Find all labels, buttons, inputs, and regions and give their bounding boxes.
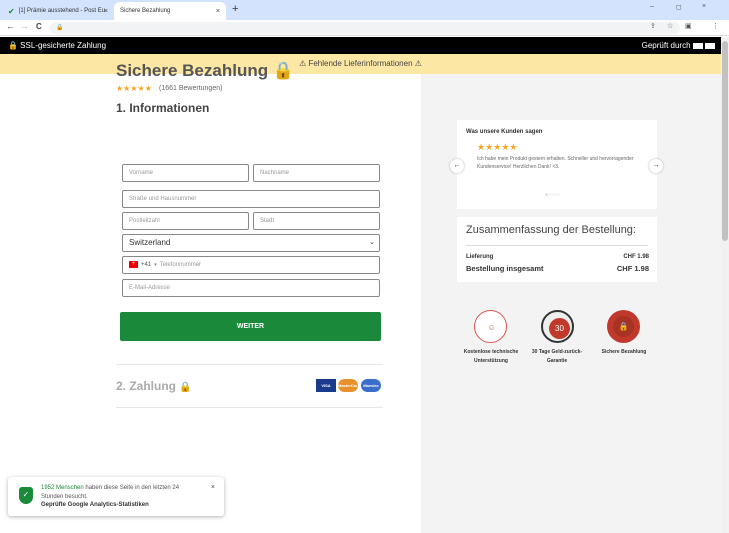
- tab-close-icon[interactable]: ×: [216, 8, 220, 15]
- tab-previous[interactable]: ✔ [1] Prämie ausstehend - Post Eu ×: [2, 2, 114, 20]
- caret-icon: ▾: [154, 262, 157, 268]
- shield-check-icon: ✓: [19, 487, 33, 504]
- continue-button[interactable]: WEITER: [120, 312, 381, 341]
- page: 🔒 SSL-gesicherte Zahlung Geprüft durch ⚠…: [0, 37, 721, 533]
- new-tab-button[interactable]: +: [232, 3, 238, 15]
- divider: [116, 407, 383, 408]
- testimonial-stars: ★★★★★: [477, 142, 518, 152]
- panel-icon[interactable]: ▣: [685, 22, 692, 30]
- warning-bar: ⚠ Fehlende Lieferinformationen ⚠: [0, 54, 721, 74]
- visa-icon: VISA: [316, 379, 336, 392]
- testimonial-card: Was unsere Kunden sagen ★★★★★ Ich habe m…: [457, 120, 657, 209]
- badge-label: Kostenlose technische Unterstützung: [463, 349, 519, 364]
- card-icon: [705, 42, 715, 49]
- city-field[interactable]: Stadt: [253, 212, 380, 230]
- testimonial-text: Ich habe mein Produkt gestern erhalten. …: [477, 156, 634, 170]
- total-label: Bestellung insgesamt: [466, 264, 544, 273]
- star-icon[interactable]: ☆: [667, 22, 673, 30]
- next-arrow-icon[interactable]: →: [649, 159, 663, 173]
- padlock-icon: 🔒: [613, 316, 634, 337]
- review-count: (1661 Bewertungen): [159, 85, 223, 92]
- testimonial-title: Was unsere Kunden sagen: [466, 129, 543, 135]
- country-value: Switzerland: [129, 238, 171, 247]
- carousel-dots[interactable]: ●○○○○: [545, 192, 560, 198]
- lock-icon: 🔒: [56, 25, 64, 31]
- url-field[interactable]: 🔒: [50, 22, 680, 34]
- support-badge: ☺: [474, 310, 507, 343]
- tab-label: [1] Prämie ausstehend - Post Eu: [18, 8, 106, 14]
- address-bar: ← → C 🔒 ⇪ ☆ ▣ ⋮: [0, 20, 729, 36]
- tab-close-icon[interactable]: ×: [104, 8, 108, 15]
- phone-field[interactable]: + +41 ▾ Telefonnummer: [122, 256, 380, 274]
- country-select[interactable]: Switzerland ⌄: [122, 234, 380, 252]
- street-field[interactable]: Straße und Hausnummer: [122, 190, 380, 208]
- section-payment-title: 2. Zahlung 🔒: [116, 379, 192, 393]
- ssl-text: 🔒 SSL-gesicherte Zahlung: [8, 41, 107, 50]
- ssl-bar: 🔒 SSL-gesicherte Zahlung Geprüft durch: [0, 37, 721, 54]
- back-icon[interactable]: ←: [6, 21, 15, 31]
- verified-by: Geprüft durch: [642, 41, 715, 50]
- form-column: [0, 74, 421, 533]
- check-icon: ✔: [8, 6, 15, 16]
- scrollbar[interactable]: [721, 37, 729, 533]
- rating-stars: ★★★★★: [116, 84, 152, 93]
- visitor-toast: ✓ 1952 Menschen haben diese Seite in den…: [8, 477, 224, 516]
- maestro-icon: Maestro: [361, 379, 381, 392]
- toast-source: Geprüfte Google Analytics-Statistiken: [41, 502, 149, 508]
- window-close-button[interactable]: ×: [702, 3, 706, 10]
- lastname-field[interactable]: Nachname: [253, 164, 380, 182]
- visitor-count: 1952 Menschen: [41, 485, 84, 491]
- minimize-button[interactable]: –: [650, 3, 654, 10]
- payment-title-text: 2. Zahlung: [116, 379, 176, 393]
- swiss-flag-icon[interactable]: +: [129, 260, 138, 268]
- summary-title: Zusammenfassung der Bestellung:: [466, 224, 636, 236]
- badge-label: Sichere Bezahlung: [601, 349, 647, 355]
- headset-icon: ☺: [481, 317, 502, 338]
- maximize-button[interactable]: ◻: [676, 3, 682, 11]
- chevron-down-icon: ⌄: [369, 239, 375, 246]
- browser-tab-bar: ✔ [1] Prämie ausstehend - Post Eu × Sicher…: [0, 0, 729, 20]
- phone-code[interactable]: +41: [141, 262, 151, 268]
- zip-field[interactable]: Postleitzahl: [122, 212, 249, 230]
- badge-label: 30 Tage Geld-zurück-Garantie: [531, 349, 583, 364]
- scrollbar-thumb[interactable]: [722, 41, 728, 241]
- card-icon: [692, 42, 703, 49]
- shipping-row: Lieferung CHF 1.98: [466, 254, 649, 260]
- toast-text: 1952 Menschen haben diese Seite in den l…: [41, 484, 199, 502]
- mastercard-icon: MasterCard: [338, 379, 360, 392]
- forward-icon[interactable]: →: [20, 21, 29, 31]
- divider: [466, 245, 648, 246]
- email-field[interactable]: E-Mail-Adresse: [122, 279, 380, 297]
- reload-icon[interactable]: C: [36, 22, 42, 31]
- verified-label: Geprüft durch: [641, 41, 691, 50]
- guarantee-badge: 30: [541, 310, 574, 343]
- lock-icon: 🔒: [179, 382, 192, 393]
- menu-icon[interactable]: ⋮: [712, 22, 719, 30]
- share-icon[interactable]: ⇪: [650, 22, 656, 30]
- total-row: Bestellung insgesamt CHF 1.98: [466, 264, 649, 273]
- tab-active[interactable]: Sichere Bezahlung ×: [114, 2, 226, 20]
- firstname-field[interactable]: Vorname: [122, 164, 249, 182]
- prev-arrow-icon[interactable]: ←: [450, 159, 464, 173]
- shipping-label: Lieferung: [466, 254, 494, 260]
- phone-placeholder: Telefonnummer: [159, 262, 202, 268]
- secure-badge: 🔒: [607, 310, 640, 343]
- close-icon[interactable]: ×: [211, 484, 215, 491]
- page-title: Sichere Bezahlung 🔒: [116, 61, 294, 80]
- shipping-value: CHF 1.98: [623, 254, 649, 260]
- section-info-title: 1. Informationen: [116, 101, 210, 115]
- order-summary: Zusammenfassung der Bestellung: Lieferun…: [457, 217, 657, 282]
- total-value: CHF 1.98: [616, 264, 649, 273]
- divider: [116, 364, 383, 365]
- tab-label: Sichere Bezahlung: [120, 8, 171, 14]
- guarantee-icon: 30: [549, 318, 570, 339]
